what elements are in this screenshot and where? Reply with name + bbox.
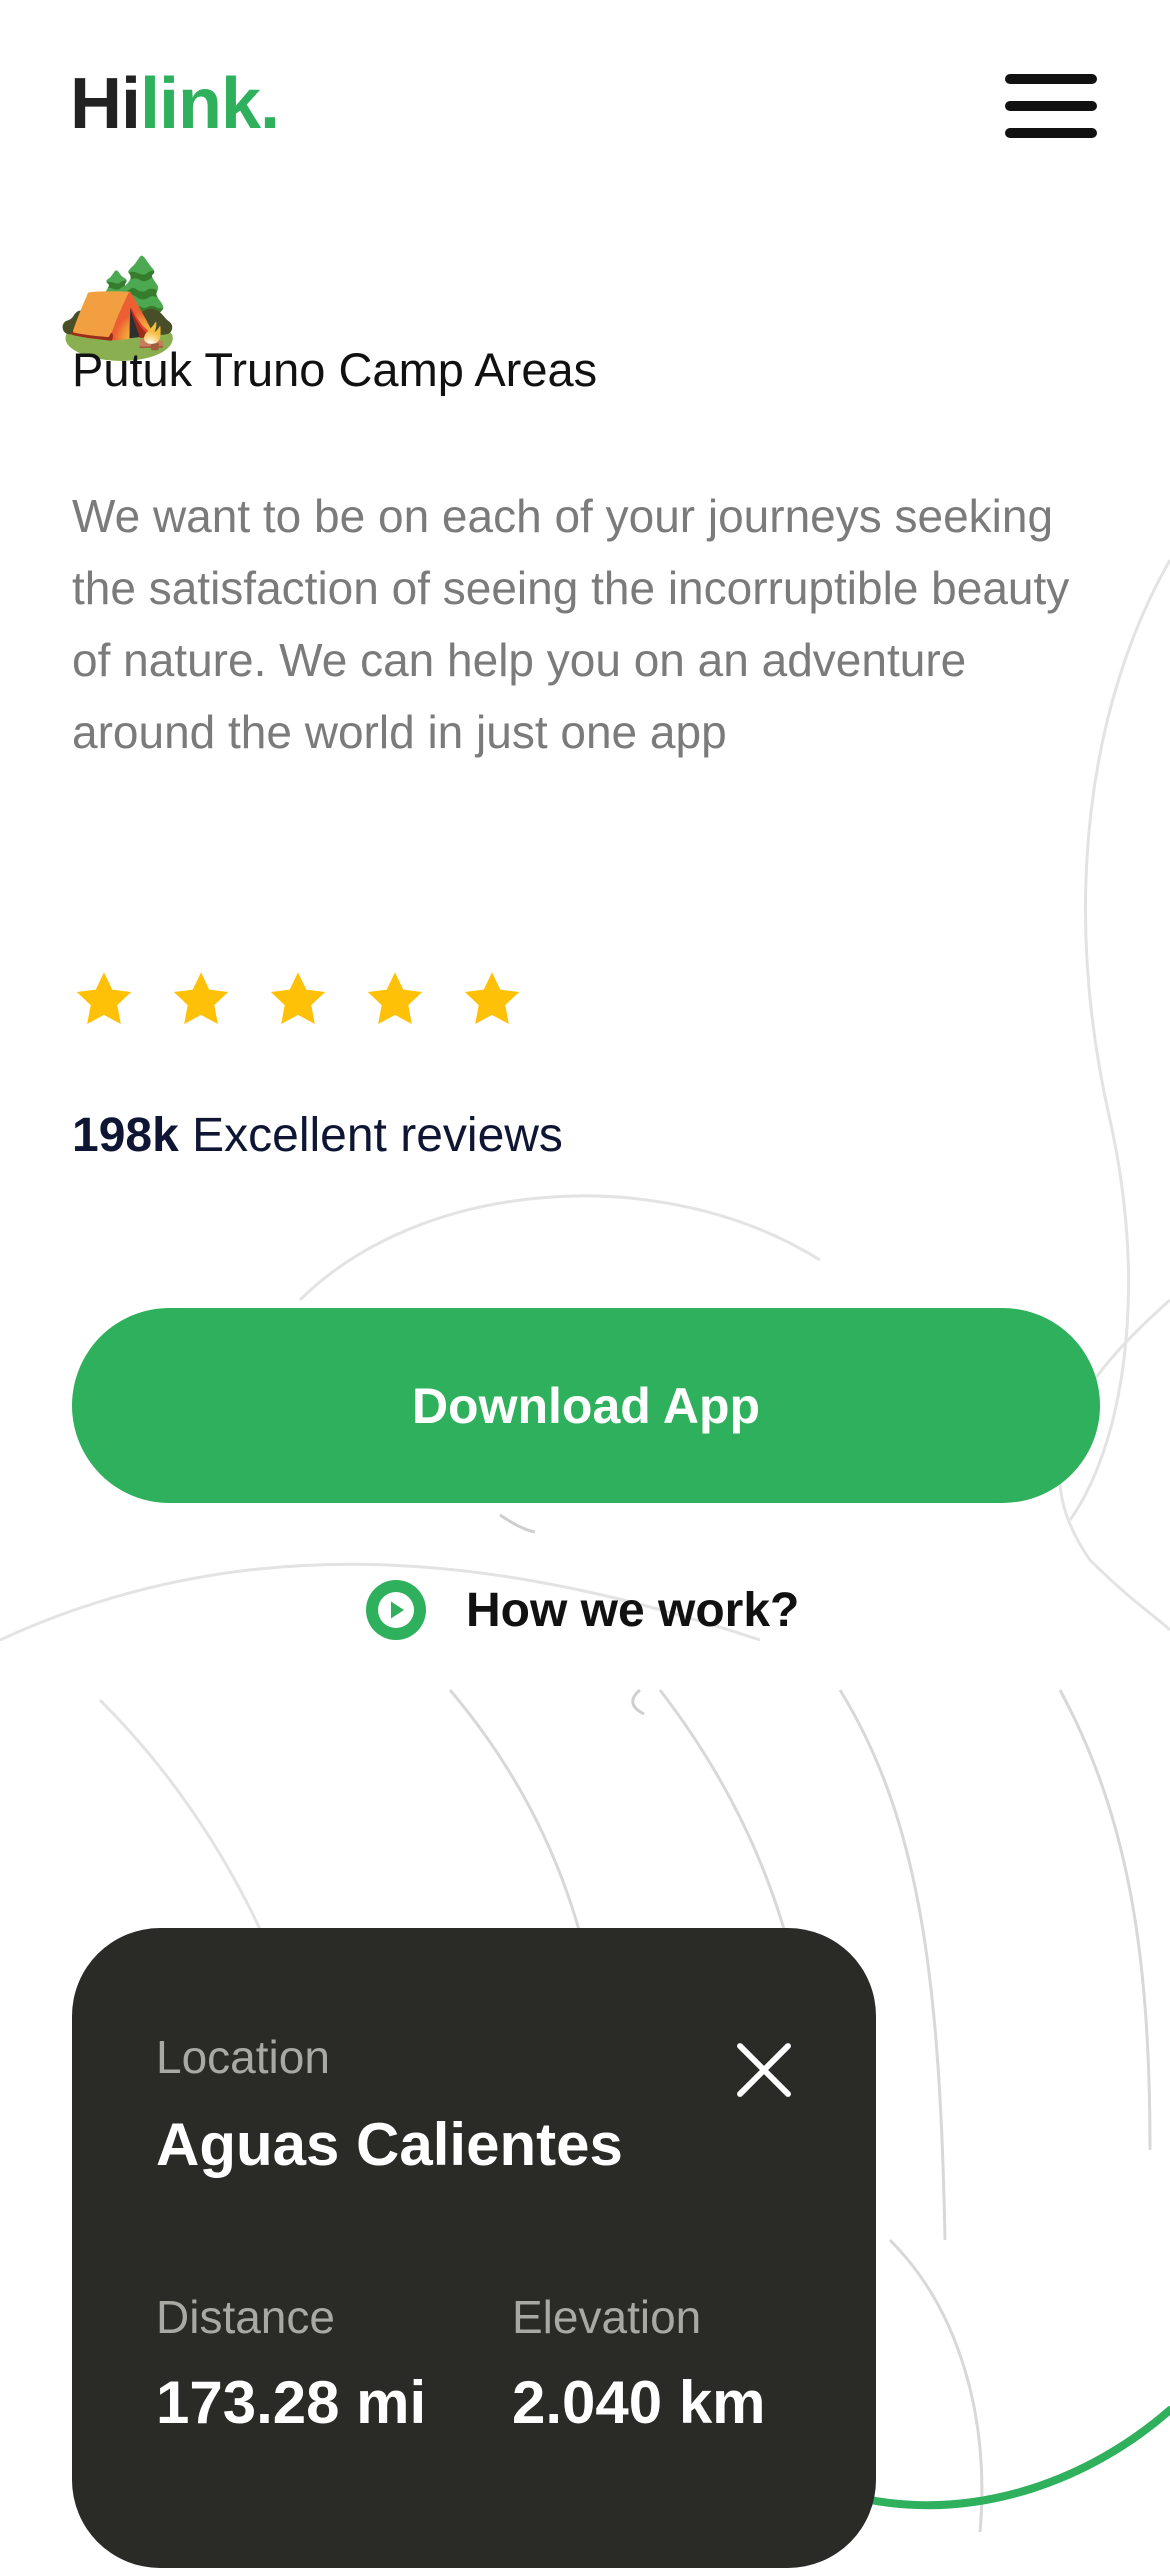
elevation-key: Elevation [512,2291,702,2343]
star-icon [76,972,132,1024]
hero-description: We want to be on each of your journeys s… [72,490,1070,758]
camping-tent-icon: 🏕️ [56,250,181,362]
rating-stars [72,968,524,1032]
logo-prefix: Hi [70,64,141,144]
camp-area-title: Putuk Truno Camp Areas [72,343,598,396]
elevation-value: 2.040 km [512,2369,766,2436]
play-circle-icon [366,1580,426,1640]
reviews-summary: 198k Excellent reviews [72,1108,563,1163]
location-card: Location Aguas Calientes Distance 173.28… [72,1928,876,2568]
star-icon [464,972,520,1024]
review-count: 198k [72,1109,179,1162]
how-we-work-link[interactable]: How we work? [366,1580,799,1640]
star-icon [173,972,229,1024]
close-icon[interactable] [732,2038,796,2102]
brand-logo[interactable]: Hilink. [70,68,280,140]
review-label: Excellent reviews [192,1109,563,1162]
distance-key: Distance [156,2291,335,2343]
landing-page: Hilink. 🏕️ Putuk Truno Camp Areas We wan… [0,0,1170,2568]
logo-suffix: link. [140,64,280,144]
star-icon [270,972,326,1024]
star-icon [367,972,423,1024]
hamburger-menu-icon[interactable] [1005,70,1097,142]
download-app-button[interactable]: Download App [72,1308,1100,1503]
location-value: Aguas Calientes [156,2111,623,2178]
how-we-work-label: How we work? [466,1583,800,1637]
location-key: Location [156,2031,330,2083]
distance-value: 173.28 mi [156,2369,427,2436]
